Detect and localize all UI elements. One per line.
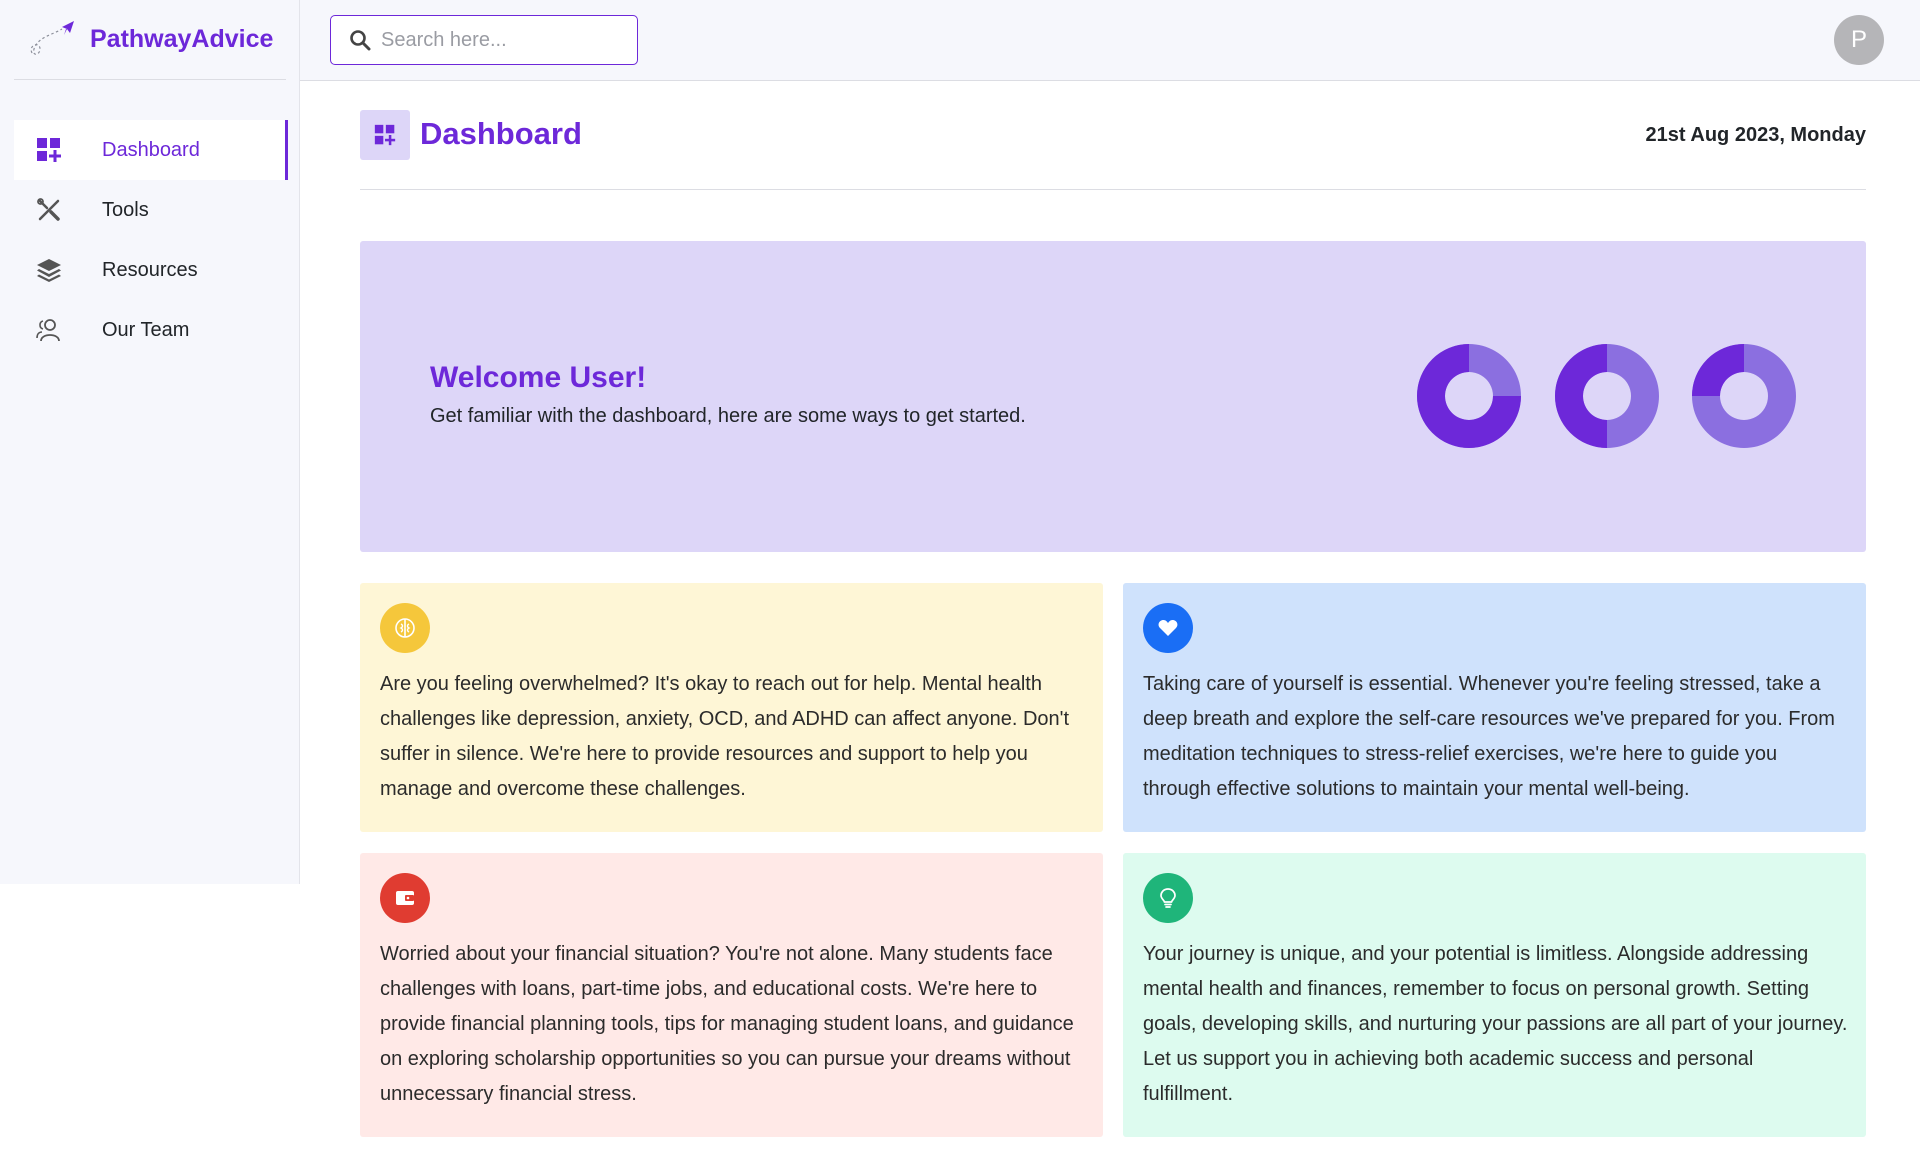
card-text: Worried about your financial situation? … [380,943,1074,1105]
sidebar-item-dashboard[interactable]: Dashboard [14,120,288,180]
card-text: Taking care of yourself is essential. Wh… [1143,673,1835,800]
topbar: P [300,0,1920,81]
wallet-icon [380,873,430,923]
personal-growth-card: Your journey is unique, and your potenti… [1123,853,1866,1137]
page-header: Dashboard 21st Aug 2023, Monday [360,110,1866,190]
welcome-banner: Welcome User! Get familiar with the dash… [360,241,1866,552]
donut-segment [1692,344,1744,396]
sidebar-item-label: Dashboard [102,138,200,161]
avatar[interactable]: P [1834,15,1884,65]
layers-icon [32,253,66,287]
brain-icon [380,603,430,653]
brand[interactable]: PathwayAdvice [14,0,286,80]
tools-icon [32,193,66,227]
search-box[interactable] [330,15,638,65]
sidebar-item-resources[interactable]: Resources [14,240,288,300]
search-input[interactable] [381,28,631,52]
team-icon [32,313,66,347]
sidebar-item-tools[interactable]: Tools [14,180,288,240]
sidebar-item-label: Resources [102,258,198,281]
heart-icon [1143,603,1193,653]
page-title: Dashboard [420,116,582,151]
donut-graphics [1416,344,1796,448]
card-text: Are you feeling overwhelmed? It's okay t… [380,673,1070,800]
dashboard-icon [32,133,66,167]
donut-segment [1555,344,1607,448]
current-date: 21st Aug 2023, Monday [1645,124,1866,146]
sidebar-item-label: Our Team [102,318,190,341]
financial-card: Worried about your financial situation? … [360,853,1103,1137]
sidebar-item-our-team[interactable]: Our Team [14,300,288,360]
sidebar-nav: Dashboard Tools Resources Our Team [14,120,288,360]
sidebar-item-label: Tools [102,198,149,221]
brand-name: PathwayAdvice [90,25,274,53]
dashboard-icon [360,110,410,160]
lightbulb-icon [1143,873,1193,923]
welcome-subtitle: Get familiar with the dashboard, here ar… [430,405,1026,427]
self-care-card: Taking care of yourself is essential. Wh… [1123,583,1866,832]
card-text: Your journey is unique, and your potenti… [1143,943,1848,1105]
mental-health-card: Are you feeling overwhelmed? It's okay t… [360,583,1103,832]
sidebar: PathwayAdvice Dashboard Tools Resources … [0,0,300,884]
welcome-title: Welcome User! [430,361,647,394]
search-icon [350,30,371,51]
paper-plane-logo-icon [30,20,74,55]
